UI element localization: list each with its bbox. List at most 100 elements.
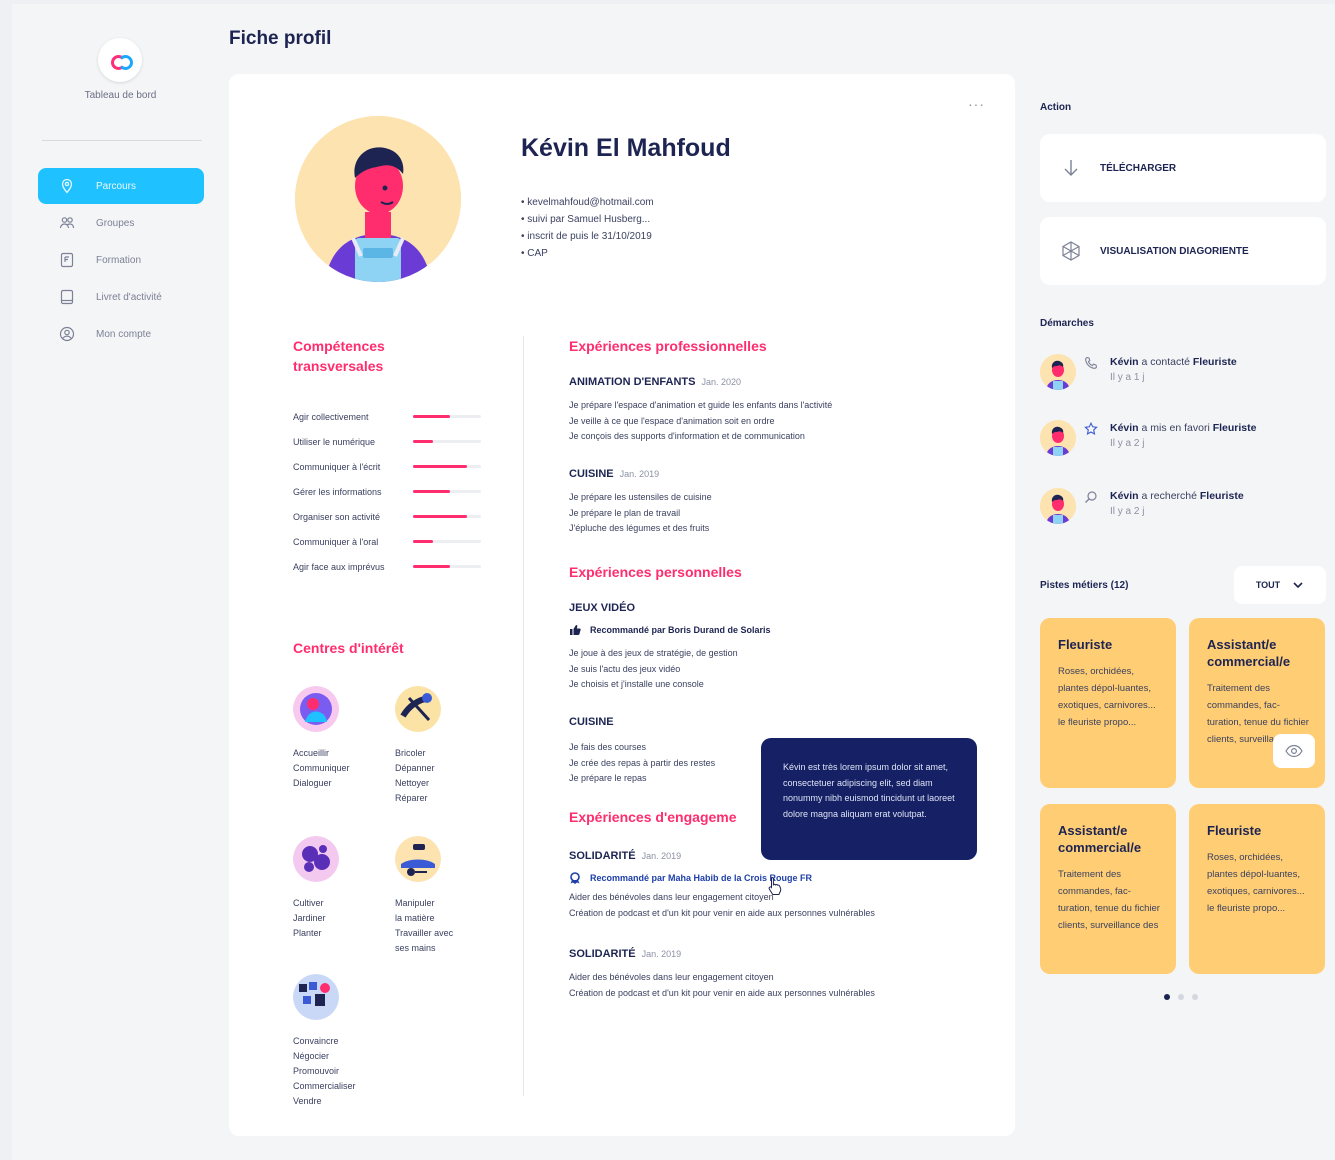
logo[interactable] — [98, 38, 142, 82]
step-actor: Kévin — [1110, 490, 1139, 502]
steps-label: Démarches — [1040, 318, 1094, 329]
skill-label: Agir collectivement — [293, 411, 369, 422]
chevron-down-icon — [1293, 582, 1303, 589]
sidebar-item-groupes[interactable]: Groupes — [38, 205, 204, 241]
step-action: a contacté — [1141, 356, 1190, 368]
view-button[interactable] — [1273, 734, 1315, 768]
skill-row: Communiquer à l'écrit — [293, 454, 493, 479]
step-actor: Kévin — [1110, 422, 1139, 434]
more-options-icon[interactable]: ··· — [968, 96, 985, 112]
carousel-dot[interactable] — [1178, 994, 1184, 1000]
sidebar-item-parcours[interactable]: Parcours — [38, 168, 204, 204]
carousel-dot[interactable] — [1192, 994, 1198, 1000]
skill-label: Communiquer à l'oral — [293, 536, 379, 547]
recommendation-text: Recommandé par Boris Durand de Solaris — [590, 625, 771, 635]
step-item[interactable]: Kévin a contacté Fleuriste Il y a 1 j — [1040, 354, 1326, 398]
experience-lines: Je prépare l'espace d'animation et guide… — [569, 398, 969, 445]
experience-line: Création de podcast et d'un kit pour ven… — [569, 987, 875, 998]
skill-bar-fill — [413, 465, 468, 468]
interest-line: Dialoguer — [293, 778, 332, 788]
experience-title: CUISINE — [569, 468, 614, 480]
experience-header: CUISINE Jan. 2019 — [569, 468, 969, 480]
experience-lines: Je prépare les ustensiles de cuisine Je p… — [569, 490, 969, 537]
search-icon — [1085, 491, 1097, 503]
carousel-dot[interactable] — [1164, 994, 1170, 1000]
profile-avatar — [295, 116, 461, 282]
interest-label: Cultiver Jardiner Planter — [293, 896, 393, 941]
interest-line: Manipuler — [395, 898, 435, 908]
interest-item[interactable]: Cultiver Jardiner Planter — [293, 836, 393, 941]
skill-bar-fill — [413, 540, 434, 543]
experience-header: SOLIDARITÉ Jan. 2019 — [569, 948, 969, 960]
job-card[interactable]: Fleuriste Roses, orchidées, plantes dépo… — [1189, 804, 1325, 974]
step-item[interactable]: Kévin a mis en favori Fleuriste Il y a 2… — [1040, 420, 1326, 464]
profile-email[interactable]: kevelmahfoud@hotmail.com — [521, 194, 653, 211]
job-title: Assistant/e commercial/e — [1207, 637, 1291, 669]
experience-line: Je conçois des supports d'information et… — [569, 431, 805, 441]
experience-title: JEUX VIDÉO — [569, 602, 636, 614]
experience-line: Création de podcast et d'un kit pour ven… — [569, 907, 875, 918]
experience-line: Je veille à ce que l'espace d'animation … — [569, 415, 775, 426]
sidebar-item-label: Livret d'activité — [96, 291, 162, 303]
sidebar-divider — [42, 140, 202, 141]
visualisation-button[interactable]: VISUALISATION DIAGORIENTE — [1040, 217, 1326, 285]
logo-label[interactable]: Tableau de bord — [12, 90, 229, 101]
skill-bar-fill — [413, 415, 451, 418]
users-icon — [58, 214, 76, 232]
interest-line: Négocier — [293, 1051, 330, 1061]
skill-row: Utiliser le numérique — [293, 429, 493, 454]
profile-diploma: CAP — [521, 245, 654, 262]
interest-item[interactable]: Bricoler Dépanner Nettoyer Réparer — [395, 686, 495, 806]
interest-tools-icon — [395, 686, 441, 732]
job-card[interactable]: Assistant/e commercial/e Traitement des … — [1040, 804, 1176, 974]
recommendation[interactable]: Recommandé par Boris Durand de Solaris — [569, 624, 969, 636]
interest-item[interactable]: Convaincre Négocier Promouvoir Commercialis… — [293, 974, 393, 1109]
interest-garden-icon — [293, 836, 339, 882]
right-panel: Action TÉLÉCHARGER VISUALISATION DIAGORI… — [1040, 4, 1330, 1160]
recommendation-tooltip: Kévin est très lorem ipsum dolor sit ame… — [761, 738, 977, 860]
interest-line: Commercialiser — [293, 1081, 356, 1091]
interest-label: Bricoler Dépanner Nettoyer Réparer — [395, 746, 495, 806]
download-icon — [1064, 160, 1078, 176]
interest-item[interactable]: Manipuler la matière Travailler avec ses ma… — [395, 836, 495, 956]
skill-bar-fill — [413, 440, 434, 443]
skills-list: Agir collectivement Utiliser le numériqu… — [293, 404, 493, 579]
job-card[interactable]: Fleuriste Roses, orchidées, plantes dépo… — [1040, 618, 1176, 788]
skill-row: Communiquer à l'oral — [293, 529, 493, 554]
download-button[interactable]: TÉLÉCHARGER — [1040, 134, 1326, 202]
interest-line: Cultiver — [293, 898, 324, 908]
jobs-filter-select[interactable]: TOUT — [1234, 566, 1326, 604]
skill-bar — [413, 540, 481, 543]
skill-bar — [413, 465, 481, 468]
interest-item[interactable]: Accueillir Communiquer Dialoguer — [293, 686, 393, 791]
avatar — [1040, 488, 1076, 524]
experience-line: Je joue à des jeux de stratégie, de gest… — [569, 648, 738, 658]
interest-sales-icon — [293, 974, 339, 1020]
perso-experiences-title: Expériences personnelles — [569, 564, 742, 580]
step-action: a recherché — [1141, 490, 1197, 502]
skill-label: Communiquer à l'écrit — [293, 461, 381, 472]
sidebar-item-formation[interactable]: Formation — [38, 242, 204, 278]
experience-header: CUISINE — [569, 716, 969, 728]
book-icon — [58, 288, 76, 306]
phone-icon — [1085, 356, 1098, 369]
experience-line: Aider des bénévoles dans leur engagement… — [569, 972, 774, 982]
experience-item: JEUX VIDÉO Recommandé par Boris Durand d… — [569, 602, 969, 693]
skill-bar-fill — [413, 515, 468, 518]
interest-line: Dépanner — [395, 763, 435, 773]
skill-bar — [413, 515, 481, 518]
experience-title: SOLIDARITÉ — [569, 948, 636, 960]
interest-craft-icon — [395, 836, 441, 882]
experience-lines: Aider des bénévoles dans leur engagement… — [569, 970, 969, 1001]
experience-line: Je prépare l'espace d'animation et guide… — [569, 400, 833, 410]
sidebar-item-mon-compte[interactable]: Mon compte — [38, 316, 204, 352]
job-card[interactable]: Assistant/e commercial/e Traitement des … — [1189, 618, 1325, 788]
step-item[interactable]: Kévin a recherché Fleuriste Il y a 2 j — [1040, 488, 1326, 532]
profile-meta: kevelmahfoud@hotmail.com suivi par Samue… — [521, 194, 654, 262]
formation-icon — [58, 251, 76, 269]
sidebar-item-livret[interactable]: Livret d'activité — [38, 279, 204, 315]
experience-header: JEUX VIDÉO — [569, 602, 969, 614]
interest-line: Nettoyer — [395, 778, 430, 788]
interest-label: Manipuler la matière Travailler avec ses ma… — [395, 896, 495, 956]
visualisation-label: VISUALISATION DIAGORIENTE — [1100, 245, 1249, 257]
